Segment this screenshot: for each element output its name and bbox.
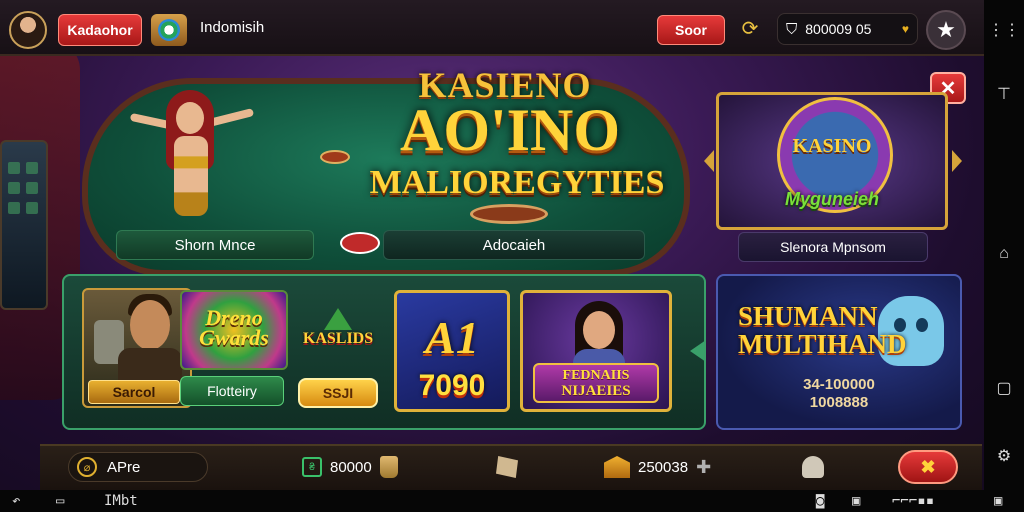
- dancer-illustration: [129, 84, 255, 234]
- kaslids-tag-button[interactable]: SSJI: [298, 378, 378, 408]
- fortune-tag-button[interactable]: Flotteiry: [180, 376, 284, 406]
- heart-icon: ♥: [901, 22, 909, 36]
- balance-value: 800009 05: [805, 21, 872, 37]
- screenshot-icon[interactable]: ◙: [816, 492, 824, 510]
- action-button[interactable]: Soor: [657, 15, 725, 45]
- profile-nav[interactable]: [802, 452, 824, 482]
- side-promo-card[interactable]: KASINO Myguneieh: [716, 92, 948, 230]
- gems-counter[interactable]: 250038 ✚: [604, 452, 711, 482]
- lady-line-2: NIJAEIES: [561, 382, 631, 399]
- coin-icon[interactable]: [151, 14, 187, 46]
- a1-number: 7090: [418, 369, 486, 402]
- promo-logo-main: AO'INO: [399, 97, 621, 163]
- chip-stack-decoration: [470, 204, 548, 224]
- coins-value: 80000: [330, 458, 372, 476]
- settings-icon[interactable]: ⚙: [992, 444, 1016, 468]
- feature-title-1: SHUMANN: [738, 301, 878, 331]
- game-tile-title: Dreno Gwards: [199, 305, 269, 350]
- feature-amount-2: 1008888: [809, 394, 869, 411]
- chest-icon: [604, 456, 630, 478]
- system-bottom-bar: ↶ ▭ IMbt ◙ ▣ ⌐⌐⌐▪▪ ▣: [0, 490, 1002, 512]
- game-tile-ribbon: FEDNAIIS NIJAEIES: [533, 363, 659, 403]
- window-icon[interactable]: ⊤: [992, 82, 1016, 106]
- clock-icon: ⌀: [77, 457, 97, 477]
- user-icon: [802, 456, 824, 478]
- game-tile-fortune[interactable]: Dreno Gwards: [180, 290, 288, 370]
- player-avatar-icon[interactable]: [9, 11, 47, 49]
- back-icon[interactable]: ↶: [12, 492, 20, 510]
- feature-title-2: MULTIHAND: [738, 329, 907, 359]
- coins-counter[interactable]: ₴ 80000: [302, 452, 398, 482]
- red-chip-decoration: [340, 232, 380, 254]
- feature-amount-1: 34-100000: [803, 376, 875, 393]
- system-side-bar: ⋮⋮ ⊤ ⌂ ▢ ⚙: [984, 0, 1024, 512]
- scroll-icon: [496, 456, 518, 478]
- side-card-title: KASINO: [792, 135, 872, 157]
- cup-icon: [379, 456, 398, 478]
- home-icon[interactable]: ⌂: [992, 242, 1016, 266]
- feature-tile-shumann[interactable]: SHUMANN MULTIHAND 34-100000 1008888: [716, 274, 962, 430]
- table-left-button[interactable]: Shorn Mnce: [116, 230, 314, 260]
- cross-icon: ✚: [696, 456, 712, 477]
- a1-title: A1: [425, 312, 479, 363]
- slot-machine-decoration: [0, 140, 48, 310]
- game-tile-kaslids[interactable]: KASLIDS: [296, 308, 380, 360]
- scroll-nav[interactable]: [496, 452, 518, 482]
- primary-menu-button[interactable]: Kadaohor: [58, 14, 142, 46]
- chip-decoration: [320, 150, 350, 164]
- shield-icon: ⛉: [786, 20, 798, 38]
- lady-line-1: FEDNAIIS: [562, 367, 630, 383]
- side-card-subtitle: Myguneieh: [784, 189, 879, 209]
- star-icon[interactable]: ★: [926, 10, 966, 50]
- wallet-icon: ₴: [302, 457, 322, 477]
- gems-value: 250038: [638, 458, 689, 476]
- promo-logo-subtitle: MALIOREGYTIES: [369, 164, 665, 201]
- deal-button[interactable]: ✖: [898, 450, 958, 484]
- apre-label: APre: [107, 458, 141, 476]
- game-tile-fednaiis[interactable]: FEDNAIIS NIJAEIES: [520, 290, 672, 412]
- region-label: Indomisih: [200, 19, 265, 36]
- window-switch-icon[interactable]: ▣: [852, 492, 860, 510]
- refresh-icon[interactable]: ⟳: [738, 17, 762, 41]
- game-tile-sarcol[interactable]: Sarcol: [82, 288, 192, 408]
- app-label: IMbt: [104, 493, 138, 509]
- game-tile-a1[interactable]: A1 7090: [394, 290, 510, 412]
- recent-apps-icon[interactable]: ▢: [992, 376, 1016, 400]
- game-tile-label: Sarcol: [88, 380, 180, 404]
- tablet-icon[interactable]: ▭: [56, 492, 64, 510]
- side-card-button[interactable]: Slenora Mpnsom: [738, 232, 928, 262]
- table-center-button[interactable]: Adocaieh: [383, 230, 645, 260]
- notification-icon[interactable]: ▣: [994, 492, 1002, 510]
- balance-display[interactable]: ⛉ 800009 05 ♥: [777, 13, 918, 45]
- grid-icon[interactable]: ⋮⋮: [988, 18, 1020, 42]
- kaslids-title: KASLIDS: [302, 330, 374, 347]
- apre-button[interactable]: ⌀ APre: [68, 452, 208, 482]
- status-indicators: ⌐⌐⌐▪▪: [892, 493, 935, 509]
